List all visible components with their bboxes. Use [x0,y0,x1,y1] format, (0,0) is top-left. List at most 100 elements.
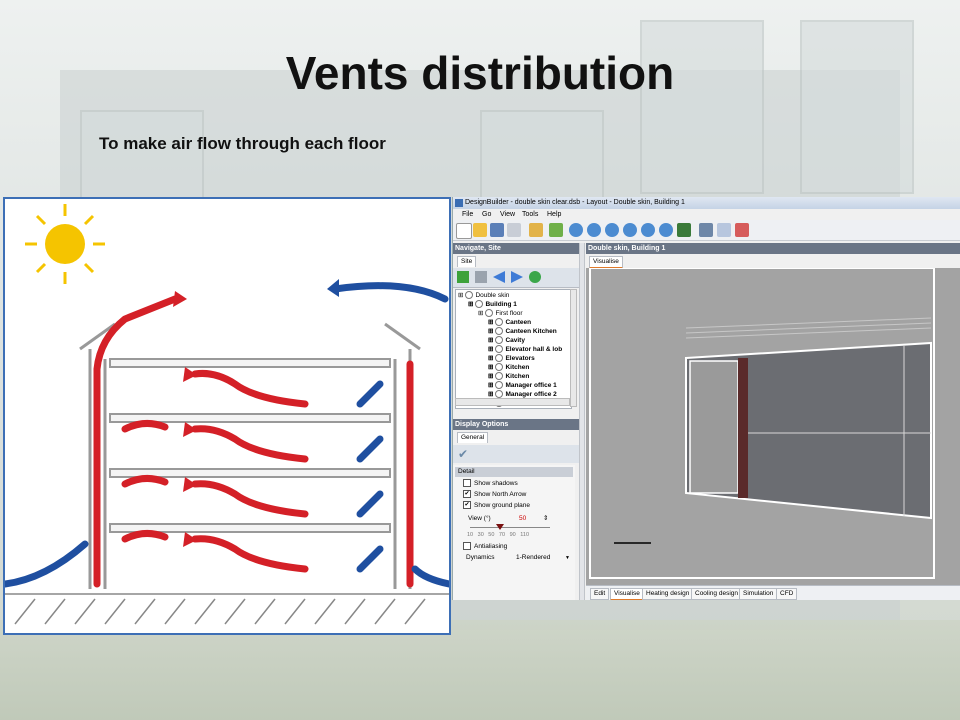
menu-view[interactable]: View [500,211,515,218]
tree-item[interactable]: ⊞ Kitchen [488,372,529,381]
chevron-down-icon[interactable]: ▼ [565,553,570,563]
new-file-icon[interactable] [456,223,472,239]
view-angle-slider[interactable] [470,527,550,528]
orbit-icon[interactable] [569,223,583,237]
wrench-icon[interactable] [529,223,543,237]
tree-item-label: Kitchen [505,373,530,380]
tree-item-label: Cavity [505,337,525,344]
go-icon[interactable] [457,271,469,283]
dynamics-select[interactable]: 1-Rendered [516,553,550,563]
zoom-window-icon[interactable] [623,223,637,237]
expand-icon[interactable]: ⊞ [488,319,493,326]
show-shadows-checkbox[interactable] [463,479,471,488]
expand-icon[interactable]: ⊞ [488,337,493,344]
tab-cfd[interactable]: CFD [776,588,798,600]
forward-arrow-icon[interactable] [511,271,523,283]
show-shadows-option[interactable]: Show shadows [463,479,518,489]
tree-item[interactable]: ⊞ Cavity [488,336,525,345]
hierarchy-icon[interactable] [475,271,487,283]
navigate-panel-header: Navigate, Site [453,243,579,254]
tab-site[interactable]: Site [457,256,477,267]
menu-tools[interactable]: Tools [522,211,538,218]
detail-label: Detail [458,468,475,475]
print-icon[interactable] [507,223,521,237]
antialiasing-option[interactable]: Antialiasing [463,542,507,552]
tree-item[interactable]: ⊞ Elevator hall & lob [488,345,562,354]
designbuilder-window: DesignBuilder - double skin clear.dsb - … [452,197,960,600]
show-ground-plane-option[interactable]: ✔ Show ground plane [463,501,530,511]
show-north-arrow-label: Show North Arrow [474,491,527,498]
select-pointer-icon[interactable] [549,223,563,237]
render-icon[interactable] [717,223,731,237]
walk-icon[interactable] [677,223,691,237]
expand-icon[interactable]: ⊞ [488,346,493,353]
3d-viewport[interactable] [586,267,960,585]
zone-icon [495,327,504,336]
show-ground-plane-label: Show ground plane [474,502,531,509]
panel-splitter[interactable] [579,243,585,600]
menu-help[interactable]: Help [547,211,561,218]
tree-item[interactable]: ⊞ Double skin [458,291,509,300]
tree-item[interactable]: ⊞ Building 1 [468,300,517,309]
cool-air-arrowheads [327,279,339,297]
view-3d-icon[interactable] [699,223,713,237]
tab-edit[interactable]: Edit [590,588,610,600]
tree-item[interactable]: ⊞ Elevators [488,354,535,363]
expand-icon[interactable]: ⊞ [488,355,493,362]
display-options-header: Display Options [453,419,579,430]
tree-item[interactable]: ⊞ Manager office 1 [488,381,557,390]
zoom-in-icon[interactable] [587,223,601,237]
ground-hatch [5,593,449,625]
menu-go[interactable]: Go [482,211,491,218]
bottom-tab-bar: Edit Visualise Heating design Cooling de… [586,585,960,600]
spinner-icon[interactable]: ⇕ [543,514,548,524]
options-toolbar: ✔ [453,445,579,463]
zoom-extents-icon[interactable] [641,223,655,237]
tools-icon[interactable] [735,223,749,237]
show-ground-plane-checkbox[interactable]: ✔ [463,501,471,510]
show-north-arrow-option[interactable]: ✔ Show North Arrow [463,490,526,500]
expand-icon[interactable]: ⊞ [488,364,493,371]
tree-vertical-scrollbar[interactable] [570,289,577,407]
zone-icon [495,318,504,327]
tree-item[interactable]: ⊞ Kitchen [488,363,529,372]
view-angle-slider-knob[interactable] [496,524,504,530]
building-icon [485,309,494,318]
tree-item-label: Elevator hall & lob [505,346,563,353]
window-titlebar: DesignBuilder - double skin clear.dsb - … [453,197,960,209]
detail-section-header[interactable]: Detail [455,467,573,477]
site-tree: ⊞ Double skin ⊞ Building 1 ⊞ First floor ⊞ Cant… [455,289,572,409]
back-arrow-icon[interactable] [493,271,505,283]
tab-visualise-bottom[interactable]: Visualise [610,588,644,600]
tree-horizontal-scrollbar[interactable] [455,398,570,406]
expand-icon[interactable]: ⊞ [468,301,473,308]
tree-item-label: Canteen Kitchen [505,328,557,335]
apply-check-icon[interactable]: ✔ [458,447,468,461]
show-north-arrow-checkbox[interactable]: ✔ [463,490,471,499]
tab-general[interactable]: General [457,432,489,443]
tree-item-label: Manager office 1 [505,382,557,389]
refresh-icon[interactable] [529,271,541,283]
tab-heating-design[interactable]: Heating design [642,588,694,600]
expand-icon[interactable]: ⊞ [478,310,483,317]
save-icon[interactable] [490,223,504,237]
menu-file[interactable]: File [462,211,473,218]
background-ground [0,620,960,720]
antialiasing-checkbox[interactable] [463,542,471,551]
tree-item[interactable]: ⊞ Canteen [488,318,531,327]
view-angle-value: 50 [519,515,527,522]
expand-icon[interactable]: ⊞ [488,328,493,335]
expand-icon[interactable]: ⊞ [458,292,463,299]
expand-icon[interactable]: ⊞ [488,391,493,398]
expand-icon[interactable]: ⊞ [488,373,493,380]
zone-icon [495,354,504,363]
tree-item[interactable]: ⊞ Canteen Kitchen [488,327,557,336]
tree-item[interactable]: ⊞ First floor [478,309,523,318]
tree-item-label: Building 1 [485,301,517,308]
tab-cooling-design[interactable]: Cooling design [691,588,743,600]
zoom-out-icon[interactable] [605,223,619,237]
tab-simulation[interactable]: Simulation [739,588,778,600]
open-folder-icon[interactable] [473,223,487,237]
pan-icon[interactable] [659,223,673,237]
expand-icon[interactable]: ⊞ [488,382,493,389]
